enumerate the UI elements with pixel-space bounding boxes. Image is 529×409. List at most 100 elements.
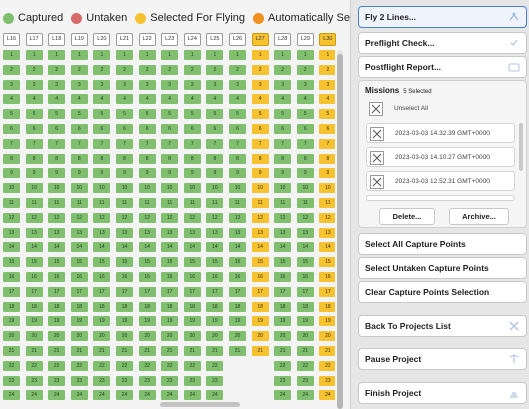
capture-point[interactable]: 8 (161, 153, 179, 164)
capture-point[interactable]: 20 (116, 331, 133, 342)
capture-point[interactable]: 18 (274, 301, 292, 312)
capture-point[interactable]: 11 (319, 198, 335, 208)
capture-point[interactable]: 3 (296, 79, 314, 90)
capture-point[interactable]: 15 (296, 257, 314, 268)
capture-point[interactable]: 1 (116, 50, 133, 60)
capture-point[interactable]: 22 (206, 360, 224, 371)
capture-point[interactable]: 4 (206, 94, 224, 105)
capture-point[interactable]: 11 (70, 198, 88, 208)
capture-point[interactable]: 3 (274, 79, 292, 90)
checkbox-x-icon[interactable] (369, 102, 383, 116)
capture-point[interactable]: 1 (70, 50, 88, 60)
capture-point[interactable]: 5 (274, 109, 292, 120)
capture-point[interactable]: 12 (251, 212, 269, 223)
capture-point[interactable]: 14 (296, 242, 314, 253)
capture-point[interactable]: 13 (93, 227, 111, 238)
capture-point[interactable]: 23 (70, 375, 88, 386)
capture-point[interactable]: 3 (70, 79, 88, 90)
capture-point[interactable]: 18 (161, 301, 179, 312)
capture-point[interactable]: 24 (93, 390, 111, 401)
capture-point[interactable]: 13 (138, 227, 156, 238)
capture-point[interactable]: 20 (70, 331, 88, 342)
capture-point[interactable]: 14 (138, 242, 156, 253)
capture-point[interactable]: 18 (25, 301, 43, 312)
capture-point[interactable]: 7 (183, 138, 201, 149)
capture-point[interactable]: 18 (183, 301, 201, 312)
capture-point[interactable]: 5 (48, 109, 66, 120)
capture-point[interactable]: 16 (229, 272, 246, 282)
capture-point[interactable]: 15 (116, 257, 133, 268)
capture-point[interactable]: 16 (206, 272, 224, 282)
capture-point[interactable]: 3 (48, 79, 66, 90)
capture-point[interactable]: 2 (138, 64, 156, 75)
capture-point[interactable]: 16 (48, 272, 66, 282)
capture-point[interactable]: 21 (296, 346, 314, 356)
capture-point[interactable]: 22 (296, 360, 314, 371)
capture-point[interactable]: 22 (3, 360, 20, 371)
capture-point[interactable]: 7 (274, 138, 292, 149)
capture-point[interactable]: 1 (138, 50, 156, 60)
capture-point[interactable]: 13 (319, 227, 335, 238)
capture-point[interactable]: 12 (3, 212, 20, 223)
capture-point[interactable]: 6 (138, 124, 156, 134)
capture-point[interactable]: 3 (25, 79, 43, 90)
column-header-l20[interactable]: L20 (93, 33, 111, 46)
capture-point[interactable]: 18 (3, 301, 20, 312)
capture-point[interactable]: 12 (138, 212, 156, 223)
capture-point[interactable]: 4 (296, 94, 314, 105)
capture-point[interactable]: 9 (319, 168, 335, 179)
capture-point[interactable]: 19 (138, 316, 156, 327)
capture-point[interactable]: 22 (70, 360, 88, 371)
capture-point[interactable]: 14 (319, 242, 335, 253)
capture-point[interactable]: 15 (93, 257, 111, 268)
capture-point[interactable]: 19 (48, 316, 66, 327)
capture-point[interactable]: 9 (183, 168, 201, 179)
capture-point[interactable]: 2 (206, 64, 224, 75)
archive-button[interactable]: Archive... (449, 208, 509, 225)
capture-point[interactable]: 5 (183, 109, 201, 120)
capture-point[interactable]: 23 (161, 375, 179, 386)
capture-point[interactable]: 2 (296, 64, 314, 75)
capture-point[interactable]: 7 (116, 138, 133, 149)
capture-point[interactable]: 1 (3, 50, 20, 60)
capture-point[interactable]: 17 (251, 286, 269, 297)
checkbox-x-icon[interactable] (370, 127, 384, 141)
postflight-report-button[interactable]: Postflight Report... (358, 56, 527, 78)
capture-point[interactable]: 24 (116, 390, 133, 401)
capture-point[interactable]: 8 (296, 153, 314, 164)
capture-point[interactable]: 20 (319, 331, 335, 342)
capture-point[interactable]: 8 (116, 153, 133, 164)
capture-point[interactable]: 18 (296, 301, 314, 312)
capture-point[interactable]: 10 (93, 183, 111, 194)
column-header-l22[interactable]: L22 (138, 33, 156, 46)
capture-point[interactable]: 15 (70, 257, 88, 268)
capture-point[interactable]: 20 (48, 331, 66, 342)
capture-point[interactable]: 4 (70, 94, 88, 105)
capture-point[interactable]: 22 (25, 360, 43, 371)
capture-point[interactable]: 12 (116, 212, 133, 223)
capture-point[interactable]: 17 (70, 286, 88, 297)
capture-point[interactable]: 6 (70, 124, 88, 134)
capture-point[interactable]: 16 (25, 272, 43, 282)
capture-point[interactable]: 14 (3, 242, 20, 253)
capture-point[interactable]: 12 (296, 212, 314, 223)
capture-point[interactable]: 5 (3, 109, 20, 120)
capture-point[interactable]: 12 (319, 212, 335, 223)
capture-point[interactable]: 2 (48, 64, 66, 75)
column-header-l24[interactable]: L24 (183, 33, 201, 46)
column-header-l16[interactable]: L16 (3, 33, 20, 46)
capture-point[interactable]: 23 (25, 375, 43, 386)
capture-point[interactable]: 18 (116, 301, 133, 312)
column-header-l28[interactable]: L28 (274, 33, 292, 46)
capture-point[interactable]: 22 (48, 360, 66, 371)
capture-point[interactable]: 19 (319, 316, 335, 327)
capture-point[interactable]: 15 (25, 257, 43, 268)
capture-point[interactable]: 23 (274, 375, 292, 386)
capture-point[interactable]: 24 (319, 390, 335, 401)
capture-point[interactable]: 15 (251, 257, 269, 268)
capture-point[interactable]: 21 (25, 346, 43, 356)
capture-point[interactable]: 3 (206, 79, 224, 90)
capture-point[interactable]: 23 (183, 375, 201, 386)
capture-point[interactable]: 6 (296, 124, 314, 134)
scroll-thumb[interactable] (337, 54, 343, 409)
